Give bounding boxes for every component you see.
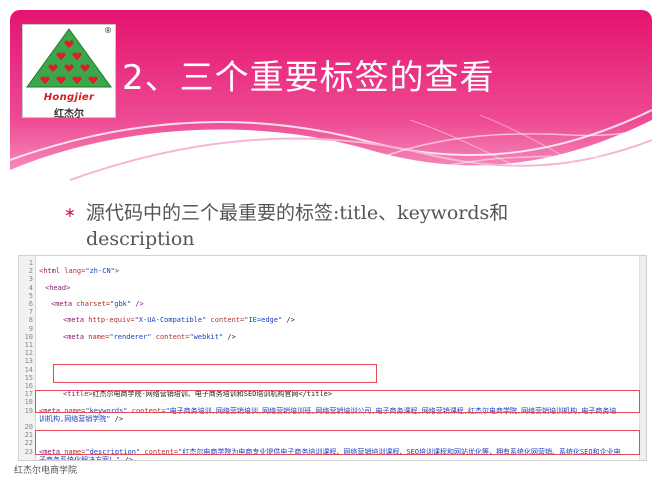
bullet-text: 源代码中的三个最重要的标签:title、keywords和description	[86, 202, 509, 250]
slide-title: 2、三个重要标签的查看	[122, 58, 495, 98]
source-code-screenshot: 1 2 <html lang="zh-CN"> 3 4 <head> 5 6 <meta cha…	[18, 255, 647, 461]
code-token: content=	[206, 316, 245, 325]
line-number: 23	[24, 447, 33, 456]
code-source: <html lang="zh-CN">	[39, 267, 119, 276]
code-token: http-equiv=	[84, 316, 135, 325]
code-token: />	[120, 455, 133, 461]
scrollbar[interactable]	[639, 256, 646, 460]
code-token: <head>	[45, 283, 71, 292]
logo: ® Hongjier 红杰尔	[22, 24, 116, 120]
logo-chinese-name: 红杰尔	[54, 109, 84, 120]
code-token: <meta	[51, 300, 73, 308]
code-token: "renderer"	[109, 332, 152, 341]
code-source: 训机构,网络营销学院" />	[39, 415, 123, 424]
code-token: "zh-CN"	[85, 267, 115, 276]
code-token: "IE=edge"	[244, 316, 283, 325]
code-source: <meta charset="gbk" />	[51, 300, 144, 309]
code-token: >	[114, 267, 120, 276]
header-banner: ® Hongjier 红杰尔 2、三个重要标签的查看	[10, 10, 652, 193]
code-token: />	[282, 316, 295, 325]
line-number: 19	[24, 406, 33, 415]
keywords-tag-highlight	[35, 390, 640, 413]
footer-text: 红杰尔电商学院	[14, 466, 78, 476]
code-token: 子商务系统化解决方案！"	[39, 455, 121, 461]
code-token: "webkit"	[189, 332, 224, 341]
logo-english-name: Hongjier	[43, 92, 95, 103]
code-token: 训机构,网络营销学院"	[39, 414, 111, 423]
description-tag-highlight	[35, 430, 640, 455]
code-token: <meta	[63, 332, 85, 341]
code-token: lang=	[60, 267, 86, 276]
code-source: <head>	[45, 284, 70, 293]
title-tag-highlight	[53, 364, 377, 383]
code-token: <meta	[63, 316, 85, 325]
code-token: "X-UA-Compatible"	[134, 316, 207, 325]
code-token: name=	[84, 332, 110, 341]
code-token: />	[223, 332, 236, 341]
bullet-marker: ∗	[64, 205, 76, 221]
code-source: 子商务系统化解决方案！" />	[39, 455, 133, 461]
code-token: />	[110, 414, 124, 423]
code-token: "gbk"	[110, 300, 132, 308]
tree-hearts-logo-icon	[26, 28, 112, 88]
code-token: charset=	[72, 300, 111, 308]
code-token: <html	[39, 267, 61, 276]
code-token: />	[131, 300, 144, 308]
code-source: <meta http-equiv="X-UA-Compatible" conte…	[63, 316, 295, 325]
code-token: content=	[151, 332, 190, 341]
code-source: <meta name="renderer" content="webkit" /…	[63, 333, 236, 342]
registered-mark: ®	[104, 26, 112, 35]
slide: ® Hongjier 红杰尔 2、三个重要标签的查看 ∗ 源代码中的三个最重要的…	[0, 0, 663, 495]
